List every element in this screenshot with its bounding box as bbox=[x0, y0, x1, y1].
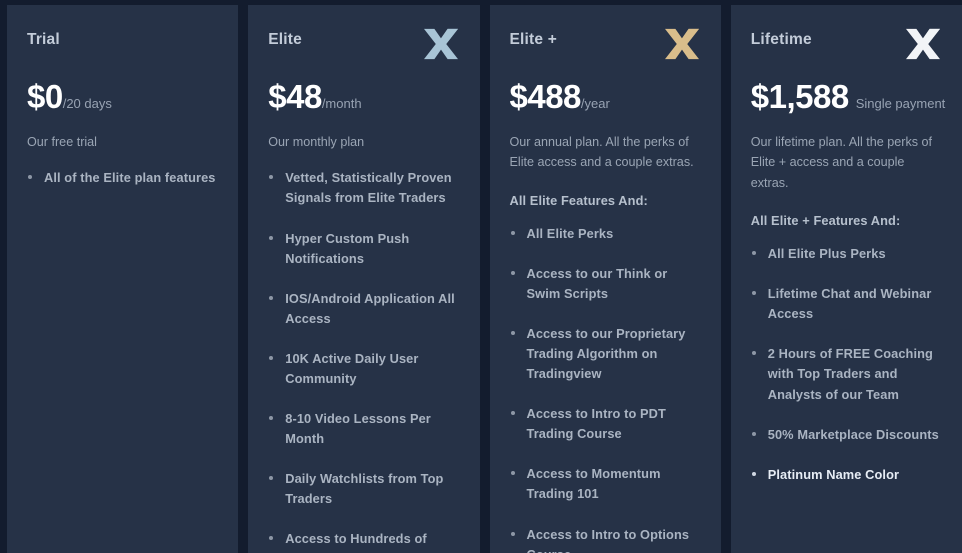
feature-item: 50% Marketplace Discounts bbox=[751, 425, 942, 445]
feature-list: All of the Elite plan features bbox=[27, 168, 218, 188]
feature-item: Vetted, Statistically Proven Signals fro… bbox=[268, 168, 459, 208]
plan-price: $1,588 bbox=[750, 78, 849, 115]
plan-price-row: $488/year bbox=[510, 80, 701, 113]
pricing-plans-grid: Trial $0/20 days Our free trial All of the … bbox=[0, 0, 962, 553]
plan-card[interactable]: Trial $0/20 days Our free trial All of the … bbox=[7, 5, 239, 553]
feature-item: 8-10 Video Lessons Per Month bbox=[268, 409, 459, 449]
feature-item: 2 Hours of FREE Coaching with Top Trader… bbox=[751, 344, 942, 404]
features-heading: All Elite + Features And: bbox=[750, 213, 901, 229]
plan-description: Our free trial bbox=[27, 135, 97, 149]
feature-item: Lifetime Chat and Webinar Access bbox=[751, 284, 942, 324]
plan-card[interactable]: Lifetime $1,588 Single payment Our lifetime… bbox=[730, 5, 962, 553]
plan-price-suffix: /year bbox=[580, 96, 610, 111]
plan-price-row: $0/20 days bbox=[27, 80, 218, 113]
brand-x-logo bbox=[423, 28, 458, 60]
feature-item: All Elite Perks bbox=[510, 224, 701, 244]
plan-card-header: Trial bbox=[27, 27, 218, 61]
plan-price-suffix: Single payment bbox=[855, 96, 946, 111]
feature-item: Platinum Name Color bbox=[751, 465, 942, 485]
plan-description: Our lifetime plan. All the perks of Elit… bbox=[750, 135, 933, 190]
feature-item: 10K Active Daily User Community bbox=[268, 349, 459, 389]
feature-list: All Elite Plus Perks Lifetime Chat and We… bbox=[751, 244, 942, 485]
plan-name: Lifetime bbox=[750, 31, 812, 48]
plan-price: $488 bbox=[509, 78, 582, 115]
feature-item: Access to our Proprietary Trading Algori… bbox=[510, 324, 701, 384]
plan-price-row: $1,588 Single payment bbox=[750, 78, 946, 115]
plan-price: $0 bbox=[27, 78, 63, 115]
feature-item: Access to Intro to Options Course bbox=[510, 525, 701, 553]
plan-card-header: Elite bbox=[268, 27, 459, 61]
feature-item: Access to Intro to PDT Trading Course bbox=[510, 404, 701, 444]
plan-name: Elite + bbox=[509, 31, 557, 48]
plan-price: $48 bbox=[268, 78, 322, 115]
plan-description: Our monthly plan bbox=[268, 135, 365, 149]
brand-x-logo bbox=[664, 28, 699, 60]
plan-name: Elite bbox=[268, 31, 302, 48]
feature-list: Vetted, Statistically Proven Signals fro… bbox=[268, 168, 459, 549]
feature-item: Access to our Think or Swim Scripts bbox=[510, 264, 701, 304]
plan-name: Trial bbox=[27, 31, 60, 48]
feature-item: IOS/Android Application All Access bbox=[268, 289, 459, 329]
feature-item: Hyper Custom Push Notifications bbox=[268, 229, 459, 269]
plan-card[interactable]: Elite + $488/year Our annual plan. All the… bbox=[489, 5, 721, 553]
plan-card-header: Elite + bbox=[510, 27, 701, 61]
plan-price-suffix: /20 days bbox=[62, 96, 112, 111]
plan-price-row: $48/month bbox=[268, 80, 459, 113]
plan-description: Our annual plan. All the perks of Elite … bbox=[509, 135, 694, 170]
plan-price-suffix: /month bbox=[321, 96, 362, 111]
brand-x-logo bbox=[906, 28, 940, 60]
feature-item: Daily Watchlists from Top Traders bbox=[268, 469, 459, 509]
feature-list: All Elite Perks Access to our Think or Sw… bbox=[510, 224, 701, 553]
plan-card[interactable]: Elite $48/month Our monthly plan Vetted, St… bbox=[248, 5, 480, 553]
feature-item: All Elite Plus Perks bbox=[751, 244, 942, 264]
feature-item: Access to Momentum Trading 101 bbox=[510, 464, 701, 504]
feature-item: Access to Hundreds of bbox=[268, 529, 459, 549]
feature-item: All of the Elite plan features bbox=[27, 168, 218, 188]
features-heading: All Elite Features And: bbox=[509, 192, 648, 208]
plan-card-header: Lifetime bbox=[751, 27, 942, 61]
